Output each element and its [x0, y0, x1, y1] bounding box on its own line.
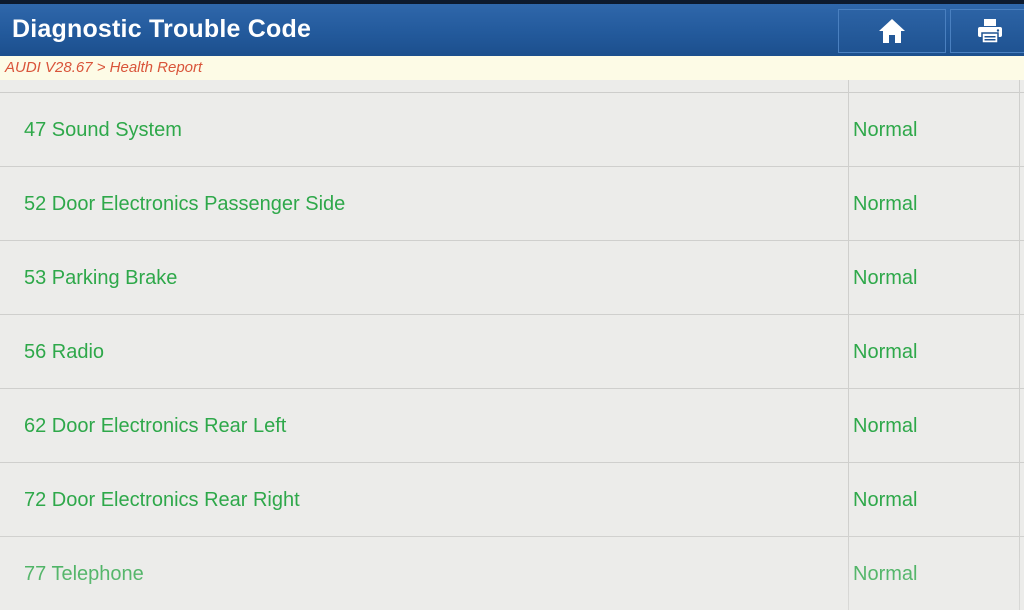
status-label: Normal — [853, 489, 918, 511]
column-divider — [1019, 80, 1020, 610]
status-label: Normal — [853, 193, 918, 215]
list-item[interactable]: 56 Radio Normal — [0, 315, 1024, 389]
module-name: 77 Telephone — [24, 563, 144, 585]
status-label: Normal — [853, 563, 918, 585]
page-title: Diagnostic Trouble Code — [12, 15, 312, 43]
module-name: 47 Sound System — [24, 119, 182, 141]
header-bar: Diagnostic Trouble Code — [0, 4, 1024, 56]
list-item[interactable]: 53 Parking Brake Normal — [0, 241, 1024, 315]
module-list[interactable]: 47 Sound System Normal 52 Door Electronics… — [0, 80, 1024, 610]
module-name: 72 Door Electronics Rear Right — [24, 489, 300, 511]
module-name: 56 Radio — [24, 341, 105, 363]
printer-icon — [978, 19, 1002, 44]
home-button[interactable] — [838, 9, 946, 53]
list-item[interactable]: 47 Sound System Normal — [0, 93, 1024, 167]
list-item[interactable]: 77 Telephone Normal — [0, 537, 1024, 610]
module-name: 62 Door Electronics Rear Left — [24, 415, 287, 437]
module-name: 52 Door Electronics Passenger Side — [24, 193, 346, 215]
list-item[interactable]: 72 Door Electronics Rear Right Normal — [0, 463, 1024, 537]
page: Diagnostic Trouble Code AUDI V28.67 > He… — [0, 0, 1024, 610]
status-label: Normal — [853, 341, 918, 363]
list-item[interactable]: 62 Door Electronics Rear Left Normal — [0, 389, 1024, 463]
module-name: 53 Parking Brake — [24, 267, 178, 289]
status-label: Normal — [853, 119, 918, 141]
column-divider — [848, 80, 849, 610]
status-label: Normal — [853, 415, 918, 437]
breadcrumb: AUDI V28.67 > Health Report — [5, 59, 203, 76]
home-icon — [879, 19, 905, 43]
breadcrumb-bar: AUDI V28.67 > Health Report — [0, 56, 1024, 80]
list-rows: 47 Sound System Normal 52 Door Electronics… — [0, 93, 1024, 610]
list-item[interactable]: 52 Door Electronics Passenger Side Normal — [0, 167, 1024, 241]
print-button[interactable] — [950, 9, 1024, 53]
status-label: Normal — [853, 267, 918, 289]
list-item-partial — [0, 80, 1024, 93]
